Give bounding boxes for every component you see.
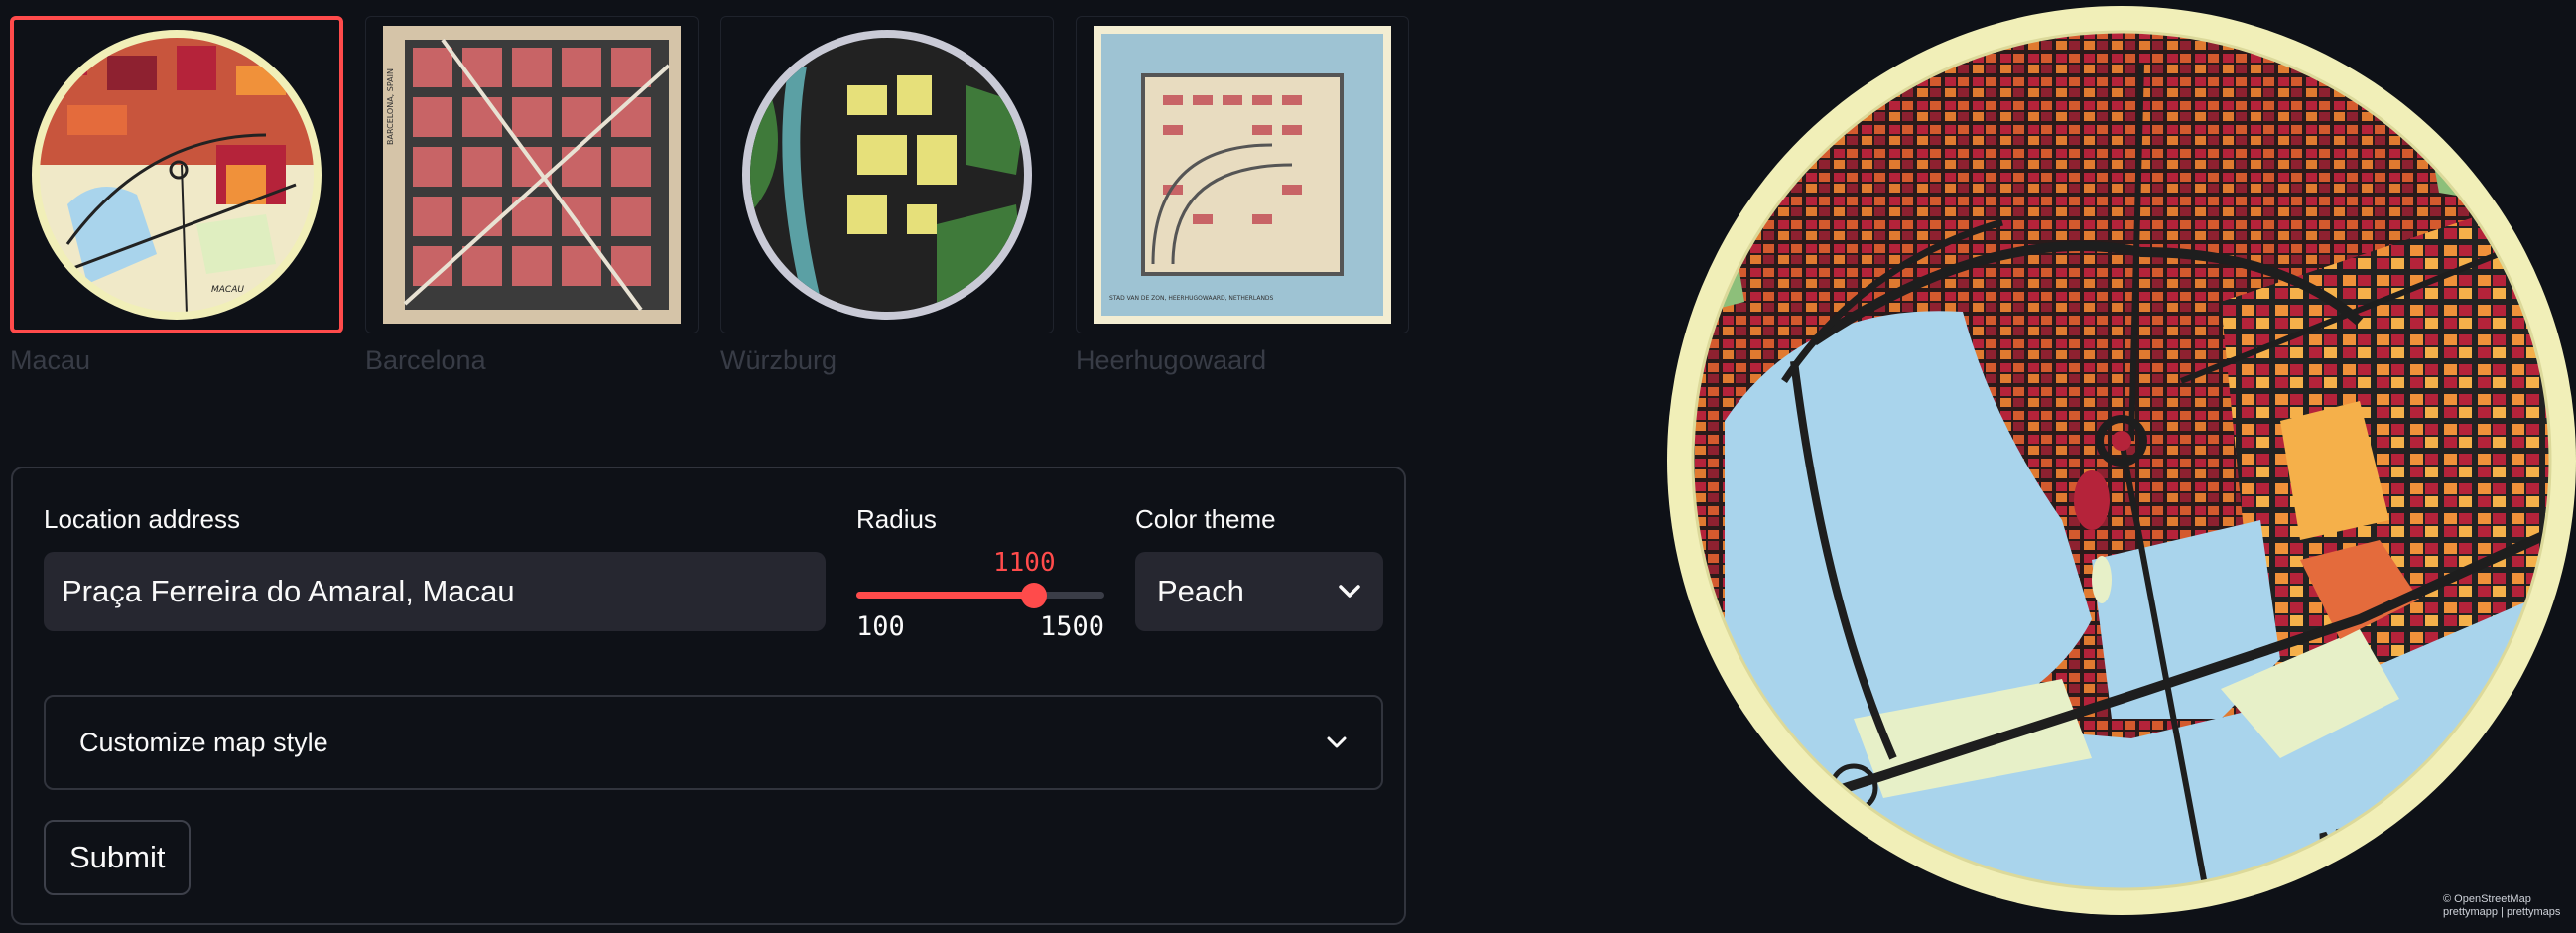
gallery-label: Würzburg [720,345,837,375]
heerhugowaard-thumbnail: STAD VAN DE ZON, HEERHUGOWAARD, NETHERLA… [1094,26,1391,324]
location-address-input[interactable] [44,552,826,631]
gallery-label: Heerhugowaard [1076,345,1267,375]
color-theme-label: Color theme [1135,504,1276,534]
gallery-label: Macau [10,345,91,375]
slider-thumb[interactable] [1020,583,1047,608]
customize-map-style-expander[interactable]: Customize map style [44,695,1383,790]
attribution-credits: prettymapp | prettymaps [2443,906,2561,918]
map-attribution: © OpenStreetMap prettymapp | prettymaps [2443,893,2560,919]
radius-slider[interactable]: 1100 100 1500 [856,548,1104,657]
color-theme-select[interactable]: Peach [1135,552,1383,631]
generated-map: MACAU [1667,6,2576,915]
thumb-caption: STAD VAN DE ZON, HEERHUGOWAARD, NETHERLA… [1109,295,1274,302]
gallery-label: Barcelona [365,345,486,375]
map-settings-form: Location address Radius 1100 100 1500 Co… [11,466,1406,925]
slider-fill [856,592,1034,599]
gallery-item-barcelona[interactable]: BARCELONA, SPAIN [365,16,699,333]
customize-label: Customize map style [79,727,328,757]
radius-max: 1500 [1039,611,1104,642]
color-theme-value: Peach [1157,574,1244,608]
gallery-item-wurzburg[interactable] [720,16,1054,333]
location-label: Location address [44,504,241,534]
gallery-item-macau[interactable]: MACAU [10,16,343,333]
wurzburg-thumbnail [742,30,1032,320]
chevron-down-icon [1327,736,1347,748]
thumb-caption: MACAU [211,285,244,295]
barcelona-thumbnail: BARCELONA, SPAIN [383,26,681,324]
gallery-item-heerhugowaard[interactable]: STAD VAN DE ZON, HEERHUGOWAARD, NETHERLA… [1076,16,1409,333]
submit-button[interactable]: Submit [44,820,192,895]
chevron-down-icon [1339,585,1360,598]
thumb-caption: BARCELONA, SPAIN [386,68,395,145]
attribution-osm: © OpenStreetMap [2443,893,2531,905]
radius-label: Radius [856,504,937,534]
radius-value: 1100 [993,548,1056,578]
macau-thumbnail: MACAU [32,30,322,320]
radius-min: 100 [856,611,905,642]
